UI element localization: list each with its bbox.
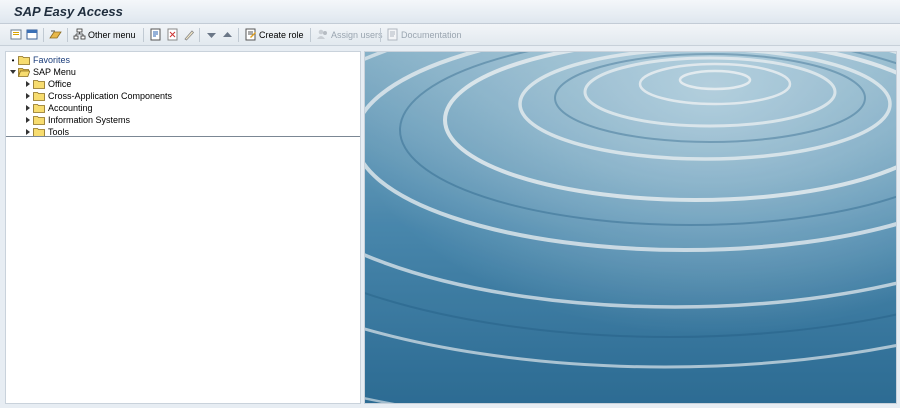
assign-users-label: Assign users [331, 29, 383, 40]
tree-node-cross-application-components[interactable]: Cross-Application Components [25, 90, 172, 102]
create-role-button[interactable]: Create role [244, 27, 304, 42]
collapsed-arrow-icon [26, 129, 30, 135]
tree-node-sap-menu[interactable]: SAP Menu [10, 66, 76, 78]
background-image [364, 51, 897, 404]
tree-node-office[interactable]: Office [25, 78, 71, 90]
folder-icon [33, 80, 45, 89]
assign-users-button[interactable]: Assign users [316, 27, 383, 42]
other-menu-button[interactable]: Other menu [73, 27, 136, 42]
collapsed-arrow-icon [26, 81, 30, 87]
move-up-button[interactable] [221, 27, 236, 42]
other-menu-icon [73, 28, 86, 40]
application-toolbar: Other menu Create role Assign users Docu… [0, 24, 900, 46]
documentation-button[interactable]: Documentation [386, 27, 462, 42]
add-to-favorites-button[interactable] [149, 27, 164, 42]
tree-node-information-systems[interactable]: Information Systems [25, 114, 130, 126]
move-down-icon [207, 33, 216, 38]
other-menu-label: Other menu [88, 29, 136, 40]
folder-icon [33, 116, 45, 125]
water-ripple-image [365, 52, 896, 403]
tree-divider [6, 136, 360, 137]
tree-label-accounting: Accounting [48, 103, 93, 113]
change-favorite-icon [184, 30, 195, 41]
documentation-label: Documentation [401, 29, 462, 40]
page-title: SAP Easy Access [14, 4, 123, 19]
tree-label-information-systems: Information Systems [48, 115, 131, 125]
tree-label-favorites: Favorites [33, 55, 71, 65]
open-folder-icon [18, 68, 30, 77]
tree-label-sap-menu: SAP Menu [33, 67, 76, 77]
delete-favorite-icon [167, 28, 178, 41]
expanded-arrow-icon [10, 70, 16, 74]
assign-users-icon [317, 29, 327, 39]
favorites-add-button[interactable] [10, 27, 25, 42]
create-role-icon [245, 28, 256, 41]
folder-icon [33, 92, 45, 101]
user-menu-icon [49, 30, 62, 39]
title-bar: SAP Easy Access [0, 0, 900, 24]
tree-node-favorites[interactable]: • Favorites [10, 54, 70, 66]
tree-node-accounting[interactable]: Accounting [25, 102, 93, 114]
add-to-favorites-icon [150, 28, 161, 41]
create-role-label: Create role [259, 29, 304, 40]
collapsed-arrow-icon [26, 117, 30, 123]
folder-icon [18, 56, 30, 65]
menu-tree-panel: • Favorites SAP Menu Office Cross-Applic… [5, 51, 361, 404]
favorites-add-icon [10, 29, 22, 40]
bullet-icon: • [11, 55, 15, 65]
documentation-icon [387, 28, 398, 41]
favorites-edit-icon [26, 29, 38, 40]
change-favorite-button[interactable] [182, 27, 197, 42]
favorites-edit-button[interactable] [26, 27, 41, 42]
move-down-button[interactable] [205, 27, 220, 42]
user-menu-button[interactable] [49, 27, 64, 42]
tree-label-cross-application-components: Cross-Application Components [48, 91, 173, 101]
delete-favorite-button[interactable] [166, 27, 181, 42]
collapsed-arrow-icon [26, 105, 30, 111]
folder-icon [33, 104, 45, 113]
collapsed-arrow-icon [26, 93, 30, 99]
tree-label-office: Office [48, 79, 72, 89]
move-up-icon [223, 32, 232, 37]
